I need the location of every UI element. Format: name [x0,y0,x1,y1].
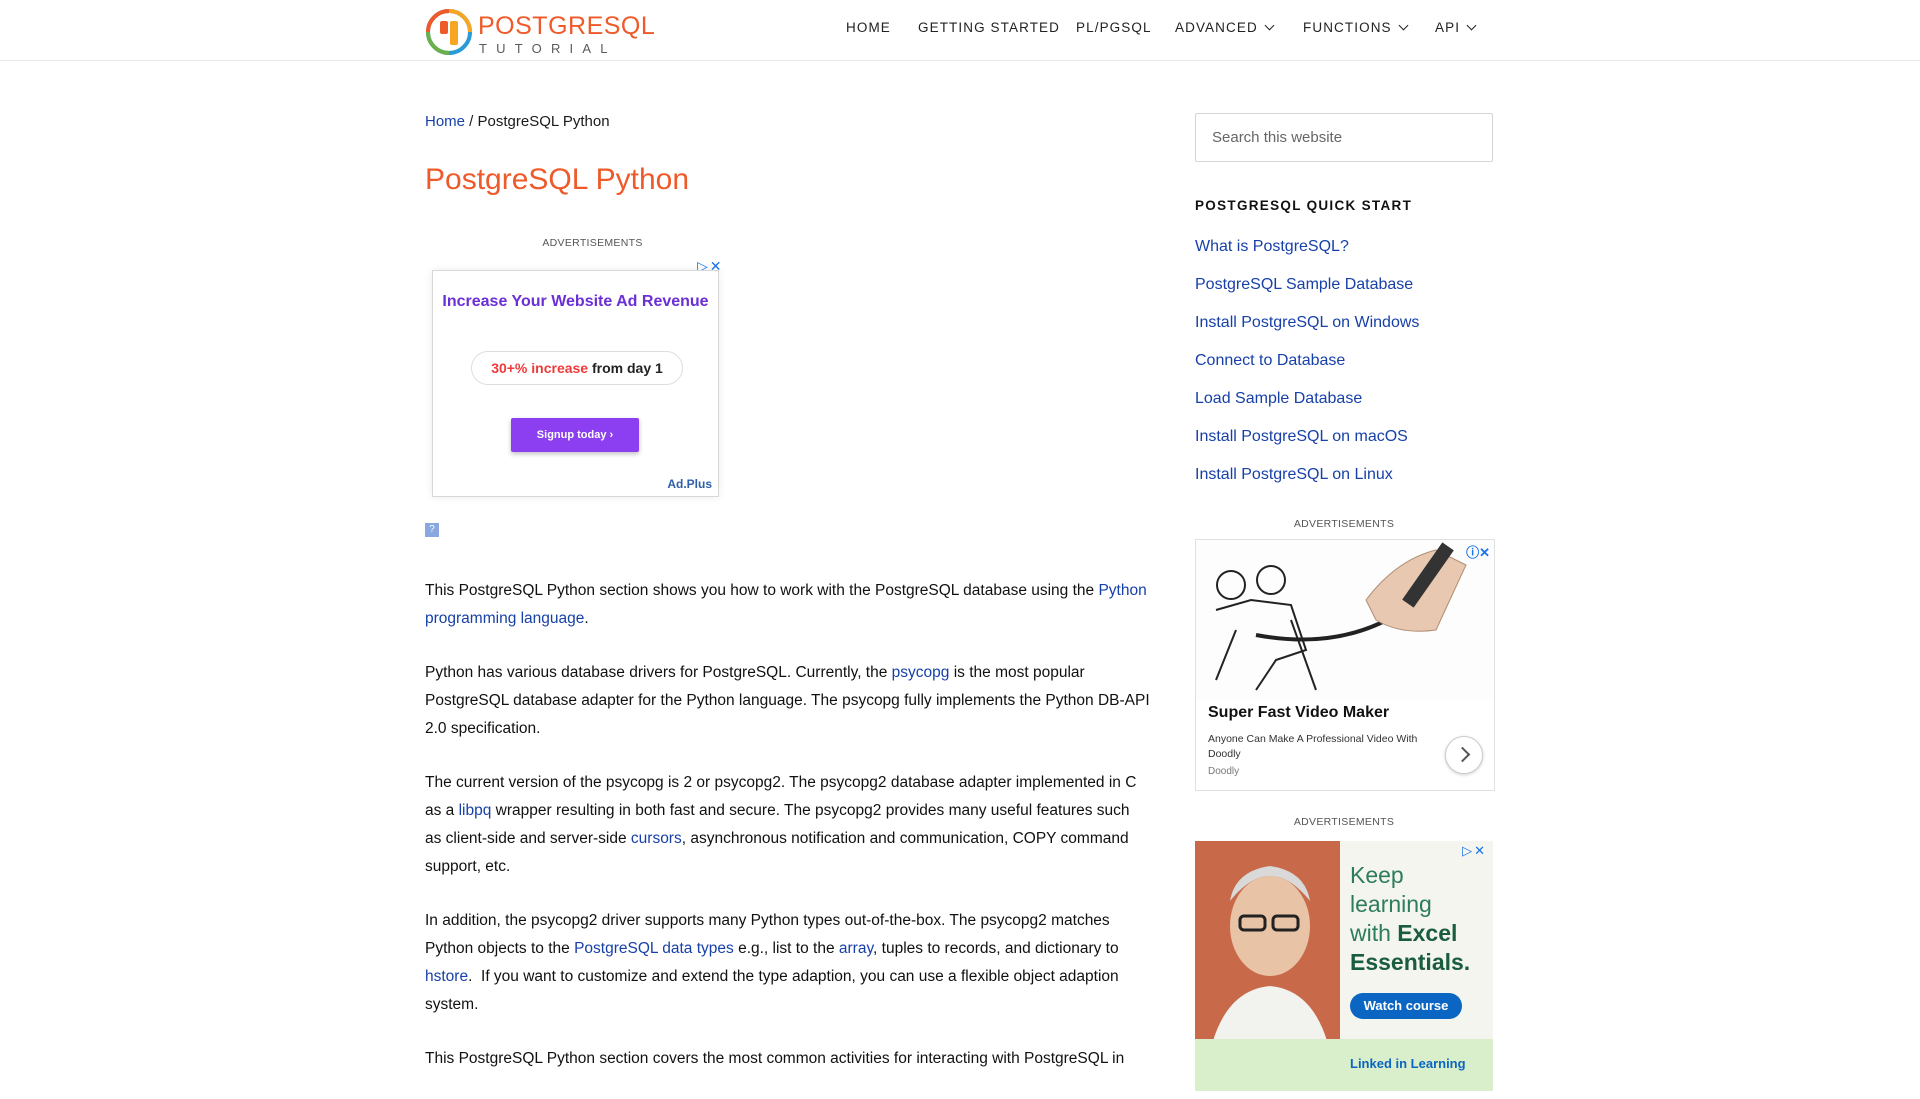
ad-signup-button[interactable]: Signup today › [511,418,639,452]
list-item: Install PostgreSQL on macOS [1195,428,1419,466]
adchoices-icon[interactable]: ▷✕ [1462,843,1487,859]
cursors-link[interactable]: cursors [631,830,682,847]
ad-brand-bar: Linked in Learning [1195,1039,1493,1091]
article-paragraph: The current version of the psycopg is 2 … [425,769,1150,881]
ad-line: with Excel [1350,919,1470,948]
ad-pill: 30+% increase from day 1 [471,351,683,385]
search-input[interactable] [1195,113,1493,162]
nav-advanced-label: ADVANCED [1175,20,1258,35]
nav-getting-started-label: GETTING STARTED [918,20,1061,35]
ad-label: ADVERTISEMENTS [1293,816,1395,828]
linkedin-learning-logo: Linked in Learning [1350,1056,1466,1071]
nav-home[interactable]: HOME [846,20,891,35]
ad-source: Doodly [1208,766,1240,777]
list-item: What is PostgreSQL? [1195,238,1419,276]
chevron-down-icon [1264,20,1275,31]
breadcrumb-separator: / [465,113,478,130]
page-title: PostgreSQL Python [425,163,690,196]
main-nav: HOME GETTING STARTED PL/PGSQL ADVANCED F… [0,0,1920,56]
article-paragraph: In addition, the psycopg2 driver support… [425,907,1150,1019]
watch-course-button[interactable]: Watch course [1350,993,1462,1019]
advertisement-banner[interactable]: Increase Your Website Ad Revenue 30+% in… [432,270,719,497]
breadcrumb: Home / PostgreSQL Python [425,113,610,130]
article-paragraph: Python has various database drivers for … [425,659,1150,743]
ad-description: Anyone Can Make A Professional Video Wit… [1208,733,1418,760]
ad-line-text: with [1350,920,1391,946]
article-paragraph: This PostgreSQL Python section covers th… [425,1045,1150,1073]
nav-api[interactable]: API [1435,20,1477,35]
ad-label: ADVERTISEMENTS [1293,518,1395,530]
data-types-link[interactable]: PostgreSQL data types [574,940,734,957]
sidebar-link-what-is-postgresql[interactable]: What is PostgreSQL? [1195,238,1349,255]
nav-getting-started[interactable]: GETTING STARTED [918,20,1060,35]
ad-line-bold: Excel [1397,920,1458,946]
nav-functions-label: FUNCTIONS [1303,20,1392,35]
ad-pill-text: from day 1 [588,360,663,376]
nav-api-label: API [1435,20,1461,35]
chevron-right-icon[interactable] [1445,736,1483,774]
paragraph-text: e.g., list to the [733,940,839,957]
advertisement-video-maker[interactable]: ⓘ✕ Super Fast Video Maker Anyone Can Mak… [1195,539,1495,791]
list-item: PostgreSQL Sample Database [1195,276,1419,314]
ad-headline: Increase Your Website Ad Revenue [442,293,709,310]
breadcrumb-current: PostgreSQL Python [477,113,610,130]
close-icon[interactable]: ⓘ✕ [1466,542,1490,561]
ad-illustration [1196,540,1494,700]
paragraph-text: Python has various database drivers for … [425,664,892,681]
quick-start-list: What is PostgreSQL? PostgreSQL Sample Da… [1195,238,1419,504]
nav-plpgsql-label: PL/PGSQL [1076,20,1152,35]
ad-brand: Ad.Plus [667,477,712,491]
libpq-link[interactable]: libpq [459,802,492,819]
help-icon[interactable]: ? [425,523,439,537]
ad-line-bold: Essentials. [1350,949,1471,975]
nav-advanced[interactable]: ADVANCED [1175,20,1275,35]
nav-home-label: HOME [846,20,891,35]
list-item: Connect to Database [1195,352,1419,390]
sidebar-link-install-macos[interactable]: Install PostgreSQL on macOS [1195,428,1408,445]
ad-headline: Keep learning with Excel Essentials. [1350,861,1470,977]
ad-line: Keep [1350,862,1404,888]
array-link[interactable]: array [839,940,873,957]
article-paragraph: This PostgreSQL Python section shows you… [425,577,1150,633]
nav-functions[interactable]: FUNCTIONS [1303,20,1409,35]
advertisement-linkedin[interactable]: Keep learning with Excel Essentials. Wat… [1195,841,1493,1091]
breadcrumb-home-link[interactable]: Home [425,113,465,130]
hstore-link[interactable]: hstore [425,968,468,985]
sidebar-link-install-linux[interactable]: Install PostgreSQL on Linux [1195,466,1393,483]
list-item: Load Sample Database [1195,390,1419,428]
sidebar-link-connect-database[interactable]: Connect to Database [1195,352,1345,369]
ad-label: ADVERTISEMENTS [542,237,643,249]
article-body: This PostgreSQL Python section shows you… [425,577,1150,1099]
sidebar-heading: POSTGRESQL QUICK START [1195,198,1413,213]
ad-line: Essentials. [1350,948,1470,977]
ad-pill-highlight: 30+% increase [491,360,589,376]
sidebar-link-load-sample-database[interactable]: Load Sample Database [1195,390,1362,407]
list-item: Install PostgreSQL on Windows [1195,314,1419,352]
paragraph-text: . If you want to customize and extend th… [425,968,1123,1013]
psycopg-link[interactable]: psycopg [892,664,950,681]
paragraph-text: . [584,610,589,627]
sidebar-link-sample-database[interactable]: PostgreSQL Sample Database [1195,276,1413,293]
ad-title: Super Fast Video Maker [1208,704,1390,721]
paragraph-text: This PostgreSQL Python section shows you… [425,582,1099,599]
nav-plpgsql[interactable]: PL/PGSQL [1076,20,1152,35]
chevron-down-icon [1398,20,1409,31]
site-header: POSTGRESQL TUTORIAL HOME GETTING STARTED… [0,0,1920,61]
chevron-down-icon [1466,20,1477,31]
paragraph-text: This PostgreSQL Python section covers th… [425,1050,1125,1067]
paragraph-text: , tuples to records, and dictionary to [873,940,1119,957]
ad-line: learning [1350,891,1432,917]
list-item: Install PostgreSQL on Linux [1195,466,1419,504]
sidebar-link-install-windows[interactable]: Install PostgreSQL on Windows [1195,314,1419,331]
